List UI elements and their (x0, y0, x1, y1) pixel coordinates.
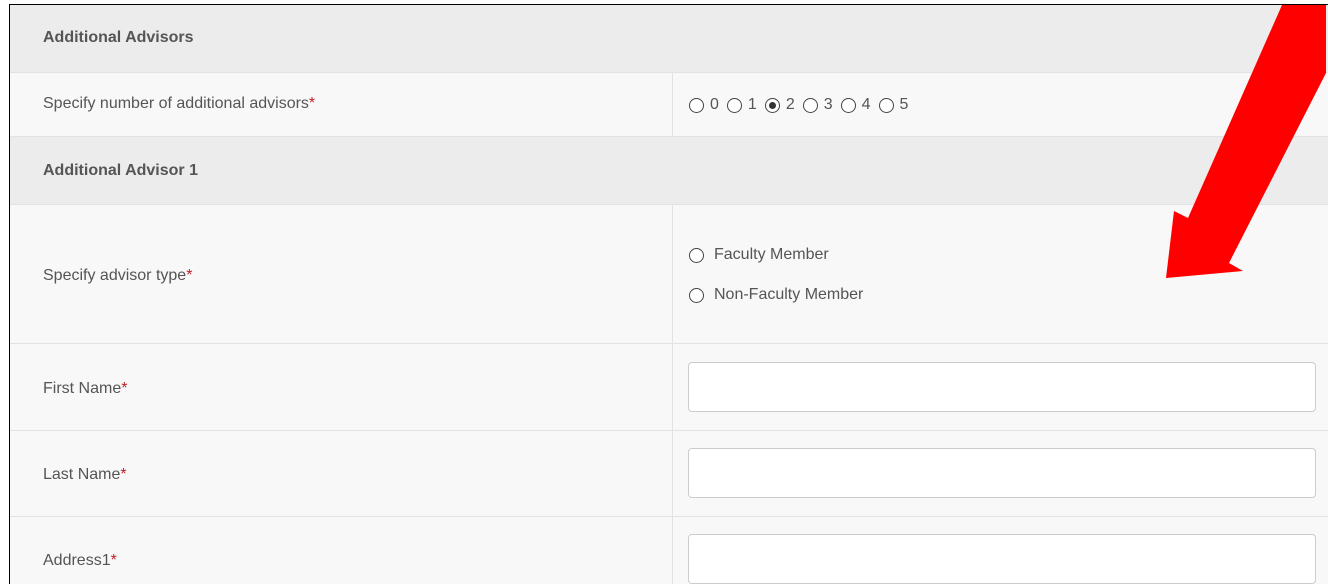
radio-circle-icon[interactable] (689, 287, 704, 303)
advisor-count-option-3[interactable]: 3 (802, 96, 833, 114)
address1-row: Address1* (10, 517, 1328, 584)
advisor-count-label: Specify number of additional advisors* (43, 95, 316, 112)
advisor-type-non-faculty[interactable]: Non-Faculty Member (689, 286, 863, 304)
required-marker: * (120, 466, 127, 483)
radio-circle-icon[interactable] (802, 97, 818, 113)
advisor-form: Additional Advisors Specify number of ad… (9, 4, 1328, 584)
section-header-additional-advisors: Additional Advisors (10, 5, 1328, 73)
last-name-row: Last Name* (10, 431, 1328, 517)
radio-circle-icon[interactable] (878, 97, 894, 113)
advisor-type-row: Specify advisor type* Faculty Member Non… (10, 205, 1328, 344)
label-cell: Address1* (10, 517, 673, 584)
section-header-advisor-1: Additional Advisor 1 (10, 137, 1328, 205)
advisor-count-row: Specify number of additional advisors* 0… (10, 73, 1328, 137)
advisor-type-faculty[interactable]: Faculty Member (689, 246, 863, 264)
advisor-count-option-0[interactable]: 0 (689, 96, 719, 114)
radio-circle-icon[interactable] (840, 97, 856, 113)
first-name-label: First Name* (43, 380, 128, 397)
label-cell: Specify advisor type* (10, 205, 673, 343)
value-cell (673, 431, 1328, 516)
label-cell: Last Name* (10, 431, 673, 516)
advisor-count-option-4[interactable]: 4 (840, 96, 871, 114)
radio-circle-icon[interactable] (726, 97, 742, 113)
last-name-input[interactable] (688, 448, 1316, 498)
label-cell: First Name* (10, 344, 673, 430)
address1-label: Address1* (43, 552, 117, 569)
advisor-count-option-2[interactable]: 2 (764, 96, 795, 114)
advisor-type-radio-group: Faculty Member Non-Faculty Member (689, 246, 871, 326)
value-cell (673, 517, 1328, 584)
label-cell: Specify number of additional advisors* (10, 73, 673, 136)
value-cell (673, 344, 1328, 430)
last-name-label: Last Name* (43, 466, 127, 483)
value-cell: Faculty Member Non-Faculty Member (673, 205, 1328, 343)
first-name-row: First Name* (10, 344, 1328, 431)
section-title: Additional Advisor 1 (43, 162, 198, 179)
value-cell: 0 1 2 3 4 5 (673, 73, 1328, 136)
address1-input[interactable] (688, 534, 1316, 584)
first-name-input[interactable] (688, 362, 1316, 412)
advisor-count-radio-group: 0 1 2 3 4 5 (689, 96, 916, 114)
section-title: Additional Advisors (43, 29, 194, 46)
advisor-count-option-1[interactable]: 1 (726, 96, 757, 114)
advisor-type-label: Specify advisor type* (43, 267, 193, 284)
required-marker: * (308, 95, 316, 112)
required-marker: * (110, 552, 117, 569)
radio-checked-icon[interactable] (764, 97, 780, 113)
radio-circle-icon[interactable] (689, 97, 704, 113)
advisor-count-option-5[interactable]: 5 (878, 96, 908, 114)
radio-circle-icon[interactable] (689, 247, 704, 263)
required-marker: * (121, 380, 128, 397)
required-marker: * (186, 267, 193, 284)
